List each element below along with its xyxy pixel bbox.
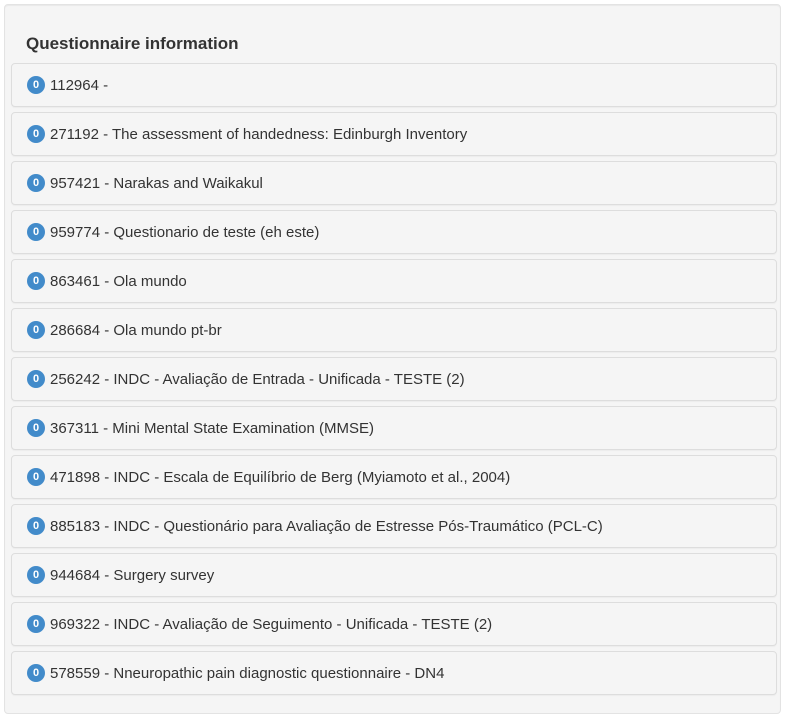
count-badge: 0 — [27, 468, 45, 486]
questionnaire-item[interactable]: 0 367311 - Mini Mental State Examination … — [11, 406, 777, 450]
count-badge: 0 — [27, 223, 45, 241]
count-badge: 0 — [27, 76, 45, 94]
questionnaire-label: 969322 - INDC - Avaliação de Seguimento … — [50, 615, 493, 633]
questionnaire-item[interactable]: 0 256242 - INDC - Avaliação de Entrada - … — [11, 357, 777, 401]
count-badge: 0 — [27, 272, 45, 290]
count-badge: 0 — [27, 615, 45, 633]
questionnaire-label: 944684 - Surgery survey — [50, 566, 215, 584]
questionnaire-label: 959774 - Questionario de teste (eh este) — [50, 223, 320, 241]
count-badge: 0 — [27, 125, 45, 143]
questionnaire-item[interactable]: 0 112964 - — [11, 63, 777, 107]
questionnaire-item[interactable]: 0 944684 - Surgery survey — [11, 553, 777, 597]
questionnaire-label: 957421 - Narakas and Waikakul — [50, 174, 263, 192]
questionnaire-label: 286684 - Ola mundo pt-br — [50, 321, 222, 339]
count-badge: 0 — [27, 664, 45, 682]
count-badge: 0 — [27, 419, 45, 437]
panel-title: Questionnaire information — [26, 34, 239, 53]
questionnaire-label: 578559 - Nneuropathic pain diagnostic qu… — [50, 664, 445, 682]
questionnaire-item[interactable]: 0 959774 - Questionario de teste (eh este… — [11, 210, 777, 254]
count-badge: 0 — [27, 174, 45, 192]
questionnaire-item[interactable]: 0 286684 - Ola mundo pt-br — [11, 308, 777, 352]
questionnaire-item[interactable]: 0 957421 - Narakas and Waikakul — [11, 161, 777, 205]
questionnaire-item[interactable]: 0 885183 - INDC - Questionário para Avali… — [11, 504, 777, 548]
count-badge: 0 — [27, 321, 45, 339]
questionnaire-label: 863461 - Ola mundo — [50, 272, 187, 290]
questionnaire-item[interactable]: 0 471898 - INDC - Escala de Equilíbrio de… — [11, 455, 777, 499]
count-badge: 0 — [27, 370, 45, 388]
questionnaire-label: 271192 - The assessment of handedness: E… — [50, 125, 468, 143]
questionnaire-list: 0 112964 - 0 271192 - The assessment of han… — [11, 63, 777, 700]
count-badge: 0 — [27, 517, 45, 535]
questionnaire-item[interactable]: 0 578559 - Nneuropathic pain diagnostic q… — [11, 651, 777, 695]
questionnaire-label: 367311 - Mini Mental State Examination (… — [50, 419, 375, 437]
count-badge: 0 — [27, 566, 45, 584]
questionnaire-item[interactable]: 0 969322 - INDC - Avaliação de Seguimento… — [11, 602, 777, 646]
questionnaire-label: 112964 - — [50, 76, 109, 94]
questionnaire-panel: Questionnaire information 0 112964 - 0 2711… — [4, 4, 781, 714]
questionnaire-item[interactable]: 0 863461 - Ola mundo — [11, 259, 777, 303]
questionnaire-item[interactable]: 0 271192 - The assessment of handedness: … — [11, 112, 777, 156]
questionnaire-label: 885183 - INDC - Questionário para Avalia… — [50, 517, 603, 535]
questionnaire-label: 471898 - INDC - Escala de Equilíbrio de … — [50, 468, 511, 486]
questionnaire-label: 256242 - INDC - Avaliação de Entrada - U… — [50, 370, 465, 388]
